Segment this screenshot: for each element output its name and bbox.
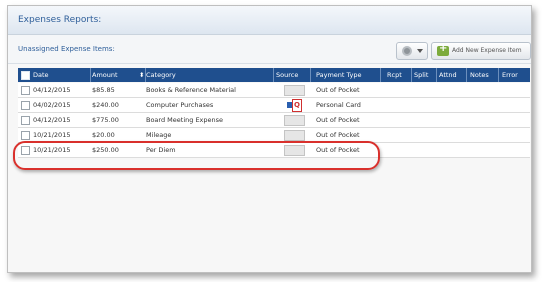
header-payment-type[interactable]: Payment Type: [316, 71, 361, 79]
row-date: 04/12/2015: [33, 116, 71, 124]
row-amount: $775.00: [92, 116, 119, 124]
header-notes[interactable]: Notes: [470, 71, 489, 79]
row-amount: $240.00: [92, 101, 119, 109]
expenses-panel: Expenses Reports: Unassigned Expense Ite…: [7, 5, 532, 273]
header-split[interactable]: Split: [414, 71, 428, 79]
row-amount: $85.85: [92, 86, 115, 94]
settings-menu-button[interactable]: [396, 42, 428, 60]
receipt-icon[interactable]: [284, 130, 305, 141]
add-expense-icon: [437, 43, 449, 56]
select-all-checkbox[interactable]: [21, 71, 30, 80]
gear-icon: [402, 46, 412, 56]
row-category: Board Meeting Expense: [146, 116, 224, 124]
header-category[interactable]: Category: [146, 71, 176, 79]
sort-icon[interactable]: ⬍: [139, 71, 144, 79]
add-expense-button[interactable]: Add New Expense Item: [431, 42, 531, 60]
unassigned-toolbar: Unassigned Expense Items: Add New Expens…: [8, 35, 531, 64]
row-checkbox[interactable]: [21, 116, 30, 125]
row-date: 04/12/2015: [33, 86, 71, 94]
panel-header: Expenses Reports:: [8, 6, 531, 35]
row-checkbox[interactable]: [21, 131, 30, 140]
header-attnd[interactable]: Attnd: [439, 71, 457, 79]
row-category: Mileage: [146, 131, 172, 139]
card-icon[interactable]: Q: [287, 99, 302, 112]
chevron-down-icon: [417, 49, 423, 53]
row-payment-type: Out of Pocket: [316, 86, 360, 94]
table-row[interactable]: 04/12/2015 $85.85 Books & Reference Mate…: [18, 83, 530, 98]
row-date: 04/02/2015: [33, 101, 71, 109]
header-rcpt[interactable]: Rcpt: [387, 71, 402, 79]
row-category: Computer Purchases: [146, 101, 214, 109]
panel-title: Expenses Reports:: [18, 15, 102, 25]
header-error[interactable]: Error: [502, 71, 518, 79]
header-date[interactable]: Date: [33, 71, 49, 79]
receipt-icon[interactable]: [284, 85, 305, 96]
header-amount[interactable]: Amount: [92, 71, 118, 79]
row-payment-type: Out of Pocket: [316, 131, 360, 139]
add-expense-label: Add New Expense Item: [452, 47, 522, 54]
unassigned-title: Unassigned Expense Items:: [18, 45, 115, 53]
row-checkbox[interactable]: [21, 86, 30, 95]
row-payment-type: Personal Card: [316, 101, 361, 109]
receipt-icon[interactable]: [284, 115, 305, 126]
row-payment-type: Out of Pocket: [316, 116, 360, 124]
row-date: 10/21/2015: [33, 131, 71, 139]
table-row[interactable]: 04/02/2015 $240.00 Computer Purchases Q …: [18, 98, 530, 113]
header-source[interactable]: Source: [276, 71, 298, 79]
table-header: Date Amount ⬍ Category Source Payment Ty…: [18, 68, 530, 82]
row-category: Books & Reference Material: [146, 86, 236, 94]
row-checkbox[interactable]: [21, 101, 30, 110]
table-row[interactable]: 04/12/2015 $775.00 Board Meeting Expense…: [18, 113, 530, 128]
highlight-callout: [13, 141, 380, 170]
row-amount: $20.00: [92, 131, 115, 139]
